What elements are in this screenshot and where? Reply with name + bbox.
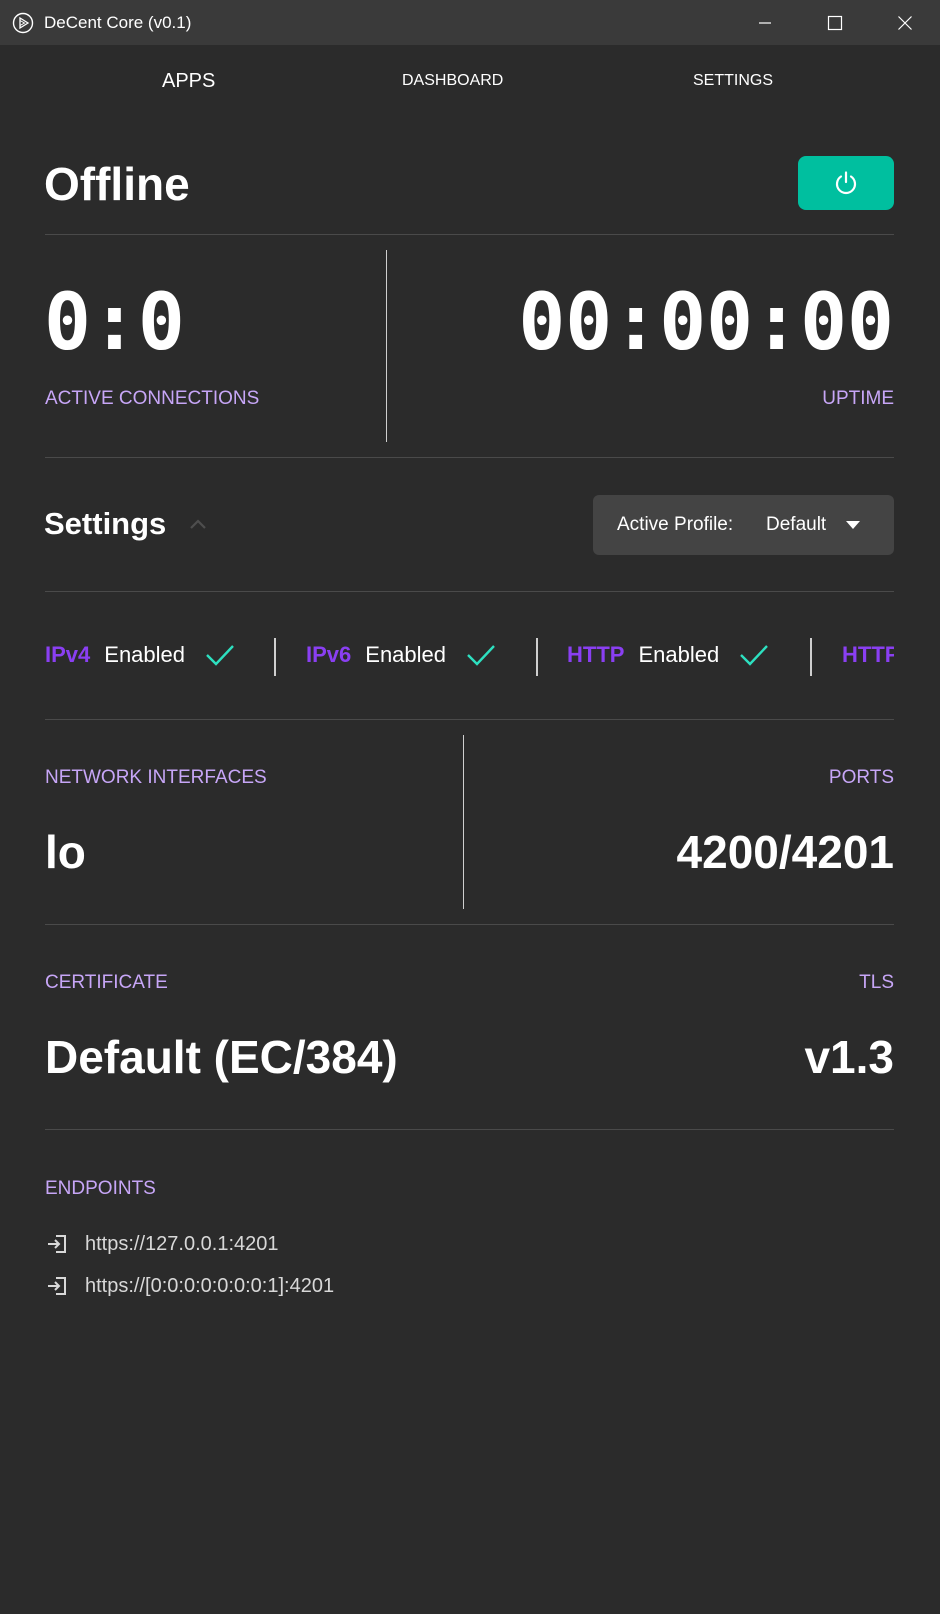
network-interfaces-value: lo: [45, 826, 86, 878]
protocol-separator: [274, 638, 276, 676]
ports-label: PORTS: [828, 767, 894, 788]
chevron-up-icon[interactable]: [185, 512, 211, 538]
endpoint-item[interactable]: https://[0:0:0:0:0:0:0:1]:4201: [45, 1270, 334, 1302]
network-interfaces-label: NETWORK INTERFACES: [45, 767, 267, 788]
divider: [45, 234, 894, 235]
maximize-button[interactable]: [800, 0, 870, 45]
power-button[interactable]: [798, 156, 894, 210]
nav-apps[interactable]: APPS: [162, 45, 215, 117]
divider: [45, 457, 894, 458]
close-button[interactable]: [870, 0, 940, 45]
protocol-name: IPv4: [45, 642, 91, 667]
protocol-state: Enabled: [104, 642, 186, 667]
protocol-state: Enabled: [638, 642, 720, 667]
protocol-ipv4: IPv4 Enabled: [45, 630, 235, 680]
active-connections-label: ACTIVE CONNECTIONS: [45, 388, 260, 409]
tls-label: TLS: [859, 972, 894, 993]
endpoint-url: https://127.0.0.1:4201: [85, 1232, 279, 1255]
protocol-separator: [810, 638, 812, 676]
certificate-label: CERTIFICATE: [45, 972, 168, 993]
protocol-name: HTTP: [567, 642, 625, 667]
title-bar: DeCent Core (v0.1): [0, 0, 940, 45]
minimize-button[interactable]: [730, 0, 800, 45]
stats-divider: [386, 250, 387, 442]
nav-dashboard[interactable]: DASHBOARD: [402, 45, 503, 117]
settings-title: Settings: [44, 506, 167, 541]
check-icon: [740, 645, 769, 666]
protocol-name: IPv6: [306, 642, 352, 667]
divider: [45, 591, 894, 592]
network-divider: [463, 735, 464, 909]
app-logo-icon: [12, 12, 34, 33]
power-icon: [835, 171, 857, 195]
uptime-label: UPTIME: [822, 388, 894, 409]
endpoints-label: ENDPOINTS: [45, 1178, 156, 1199]
protocol-https-partial: HTTP: [842, 630, 894, 680]
protocol-name: HTTP: [842, 642, 894, 667]
active-profile-select[interactable]: Active Profile: Default: [593, 495, 894, 555]
endpoint-url: https://[0:0:0:0:0:0:0:1]:4201: [85, 1274, 335, 1297]
close-icon: [898, 15, 912, 30]
protocol-status-row: IPv4 Enabled IPv6 Enabled HTTP Enabled H…: [45, 630, 894, 680]
protocol-separator: [536, 638, 538, 676]
divider: [45, 924, 894, 925]
active-profile-value: Default: [766, 514, 827, 535]
dropdown-arrow-icon: [846, 521, 860, 529]
protocol-state: Enabled: [365, 642, 447, 667]
divider: [45, 1129, 894, 1130]
endpoint-item[interactable]: https://127.0.0.1:4201: [45, 1228, 279, 1260]
divider: [45, 719, 894, 720]
login-arrow-icon: [48, 1235, 66, 1253]
maximize-icon: [827, 15, 843, 30]
status-title: Offline: [44, 158, 190, 210]
active-connections-value: 0:0: [44, 278, 185, 368]
active-profile-label: Active Profile:: [617, 514, 734, 535]
nav-settings[interactable]: SETTINGS: [693, 45, 773, 117]
minimize-icon: [759, 21, 771, 24]
protocol-http: HTTP Enabled: [567, 630, 769, 680]
certificate-value: Default (EC/384): [45, 1031, 398, 1083]
login-arrow-icon: [48, 1277, 66, 1295]
window-title: DeCent Core (v0.1): [44, 12, 192, 32]
check-icon: [467, 645, 495, 666]
tls-value: v1.3: [804, 1031, 894, 1083]
protocol-ipv6: IPv6 Enabled: [306, 630, 496, 680]
ports-value: 4200/4201: [676, 826, 894, 878]
top-navigation: APPS DASHBOARD SETTINGS: [0, 45, 940, 117]
check-icon: [206, 645, 234, 666]
uptime-value: 00:00:00: [518, 278, 894, 368]
